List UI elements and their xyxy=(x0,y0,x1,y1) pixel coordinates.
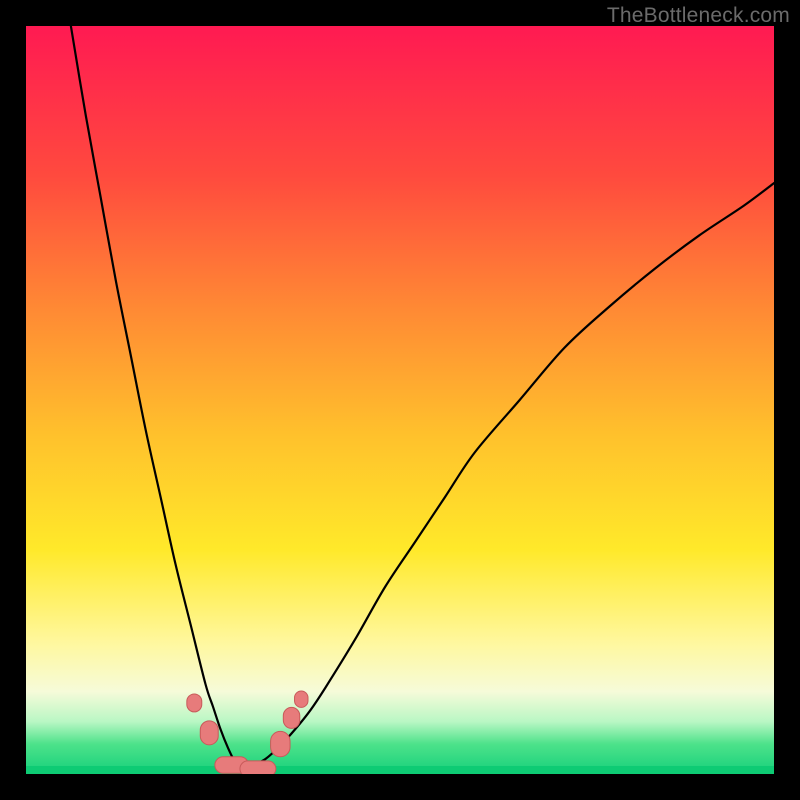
outer-frame: TheBottleneck.com xyxy=(0,0,800,800)
marker-point-1 xyxy=(200,721,218,745)
plot-area xyxy=(26,26,774,774)
watermark-text: TheBottleneck.com xyxy=(607,4,790,28)
marker-point-5 xyxy=(283,707,299,728)
marker-point-3 xyxy=(240,761,276,774)
curve-left-branch xyxy=(71,26,243,770)
bottleneck-curve xyxy=(26,26,774,774)
marker-point-0 xyxy=(187,694,202,712)
curve-right-branch xyxy=(243,183,774,770)
marker-point-4 xyxy=(271,731,290,756)
marker-point-6 xyxy=(295,691,308,707)
